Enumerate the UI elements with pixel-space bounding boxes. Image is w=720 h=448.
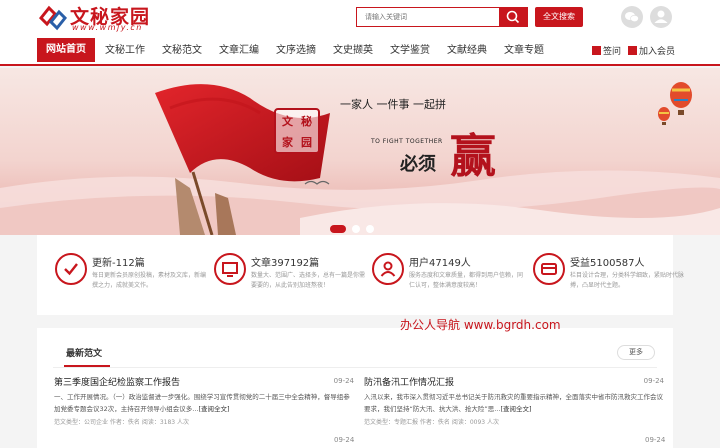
wechat-icon[interactable] <box>621 6 643 28</box>
full-search-button[interactable]: 全文搜索 <box>535 7 583 27</box>
stat-description: 栏目设计合理，分类科学细致，紧贴时代脉搏，凸显时代主题。 <box>570 272 685 289</box>
nav-item-classics[interactable]: 文献经典 <box>447 41 487 56</box>
header: 文秘家园 www.wmjy.cn 全文搜索 <box>0 0 720 36</box>
stat-articles: 文章397192篇 数量大、范围广、选择多，总有一篇是你需要要的，从此告别加班熬… <box>214 253 369 303</box>
banner-slogan-win: 赢 <box>450 129 496 183</box>
wechat-glyph-icon <box>625 12 639 23</box>
panel-title: 最新范文 <box>66 349 103 359</box>
latest-articles-panel: 最新范文 更多 第三季度国企纪检监察工作报告 09-24 一、工作开展情况。（一… <box>37 328 673 448</box>
logo-subtitle: www.wmjy.cn <box>72 23 143 32</box>
person-icon <box>654 10 668 23</box>
article-summary: 一、工作开展情况。（一）政治监督进一步强化。围绕学习宣传贯彻党的二十届三中全会精… <box>54 393 350 413</box>
banner-slogan-must: 必须 <box>400 154 436 175</box>
article-title-link[interactable]: 第三季度国企纪检监察工作报告 <box>54 375 180 388</box>
article-meta: 范文类型：专题汇报 作者：佚名 阅读：0093 人次 <box>364 419 499 426</box>
logo-mark-icon <box>38 5 68 31</box>
carousel-dot-active[interactable] <box>330 225 346 233</box>
nav-item-literature[interactable]: 文学鉴赏 <box>390 41 430 56</box>
search-button[interactable] <box>499 8 527 26</box>
nav-item-article-compilation[interactable]: 文章汇编 <box>219 41 259 56</box>
stat-title: 文章397192篇 <box>251 258 320 269</box>
carousel-dot[interactable] <box>352 225 360 233</box>
wallet-icon <box>533 253 565 285</box>
stats-bar: 更新-112篇 每日更新会员原创投稿，素材及文库，新编撰之力，成就美文作。 文章… <box>37 235 684 315</box>
nav-item-topics[interactable]: 文章专题 <box>504 41 544 56</box>
article-date: 09-24 <box>643 377 664 385</box>
sign-in-link[interactable]: 签问 <box>592 44 621 57</box>
read-more-link[interactable]: [查阅全文] <box>500 405 531 413</box>
hero-banner[interactable]: 文 秘 家 园 一家人 一件事 一起拼 TO FIGHT TOGETHER 必须… <box>0 68 720 235</box>
nav-item-wenmi-work[interactable]: 文秘工作 <box>105 41 145 56</box>
stat-users: 用户47149人 服务态度和文章质量，都得到用户信赖，同仁认可，整体满意度较高！ <box>372 253 527 303</box>
stat-title: 受益5100587人 <box>570 258 645 269</box>
nav-item-history[interactable]: 文史撷英 <box>333 41 373 56</box>
banner-artwork <box>0 68 720 235</box>
article-item: 防汛备汛工作情况汇报 09-24 入汛以来，我市深入贯彻习近平总书记关于防汛救灾… <box>364 375 664 435</box>
article-summary: 入汛以来，我市深入贯彻习近平总书记关于防汛救灾的重要指示精神，全面落实中省市防汛… <box>364 393 663 413</box>
stat-beneficiaries: 受益5100587人 栏目设计合理，分类科学细致，紧贴时代脉搏，凸显时代主题。 <box>533 253 688 303</box>
stat-updates: 更新-112篇 每日更新会员原创投稿，素材及文库，新编撰之力，成就美文作。 <box>55 253 210 303</box>
article-date: 09-24 <box>333 377 354 385</box>
search-input[interactable] <box>357 8 499 26</box>
promo-watermark: 办公人导航 www.bgrdh.com <box>400 318 561 332</box>
article-item: 第三季度国企纪检监察工作报告 09-24 一、工作开展情况。（一）政治监督进一步… <box>54 375 354 435</box>
divider <box>53 367 657 368</box>
banner-slogan-english: TO FIGHT TOGETHER <box>371 138 443 145</box>
more-button[interactable]: 更多 <box>617 345 655 360</box>
search-icon <box>506 10 520 24</box>
monitor-icon <box>214 253 246 285</box>
stat-title: 用户47149人 <box>409 258 471 269</box>
user-icon <box>372 253 404 285</box>
checkmark-icon <box>55 253 87 285</box>
article-meta: 范文类型：公司企业 作者：佚名 阅读：3183 人次 <box>54 419 189 426</box>
article-date: 09-24 <box>334 436 355 444</box>
edit-icon <box>592 46 601 55</box>
nav-item-preface-excerpts[interactable]: 文序选摘 <box>276 41 316 56</box>
stat-description: 服务态度和文章质量，都得到用户信赖，同仁认可，整体满意度较高！ <box>409 272 524 289</box>
join-member-link[interactable]: 加入会员 <box>628 44 675 57</box>
article-date: 09-24 <box>645 436 666 444</box>
site-logo[interactable]: 文秘家园 www.wmjy.cn <box>38 3 168 33</box>
stat-title: 更新-112篇 <box>92 258 145 269</box>
main-nav: 网站首页 文秘工作 文秘范文 文章汇编 文序选摘 文史撷英 文学鉴赏 文献经典 … <box>0 36 720 66</box>
carousel-dot[interactable] <box>366 225 374 233</box>
article-title-link[interactable]: 防汛备汛工作情况汇报 <box>364 375 454 388</box>
nav-item-wenmi-fanwen[interactable]: 文秘范文 <box>162 41 202 56</box>
read-more-link[interactable]: [查阅全文] <box>198 405 229 413</box>
user-avatar-icon[interactable] <box>650 6 672 28</box>
member-icon <box>628 46 637 55</box>
banner-seal: 文 秘 家 园 <box>274 108 320 154</box>
nav-home[interactable]: 网站首页 <box>37 38 95 62</box>
search-box <box>356 7 528 27</box>
stat-description: 数量大、范围广、选择多，总有一篇是你需要要的，从此告别加班熬夜！ <box>251 272 366 289</box>
banner-slogan: 一家人 一件事 一起拼 <box>340 98 446 111</box>
stat-description: 每日更新会员原创投稿，素材及文库，新编撰之力，成就美文作。 <box>92 272 207 289</box>
carousel-dots <box>330 225 390 233</box>
